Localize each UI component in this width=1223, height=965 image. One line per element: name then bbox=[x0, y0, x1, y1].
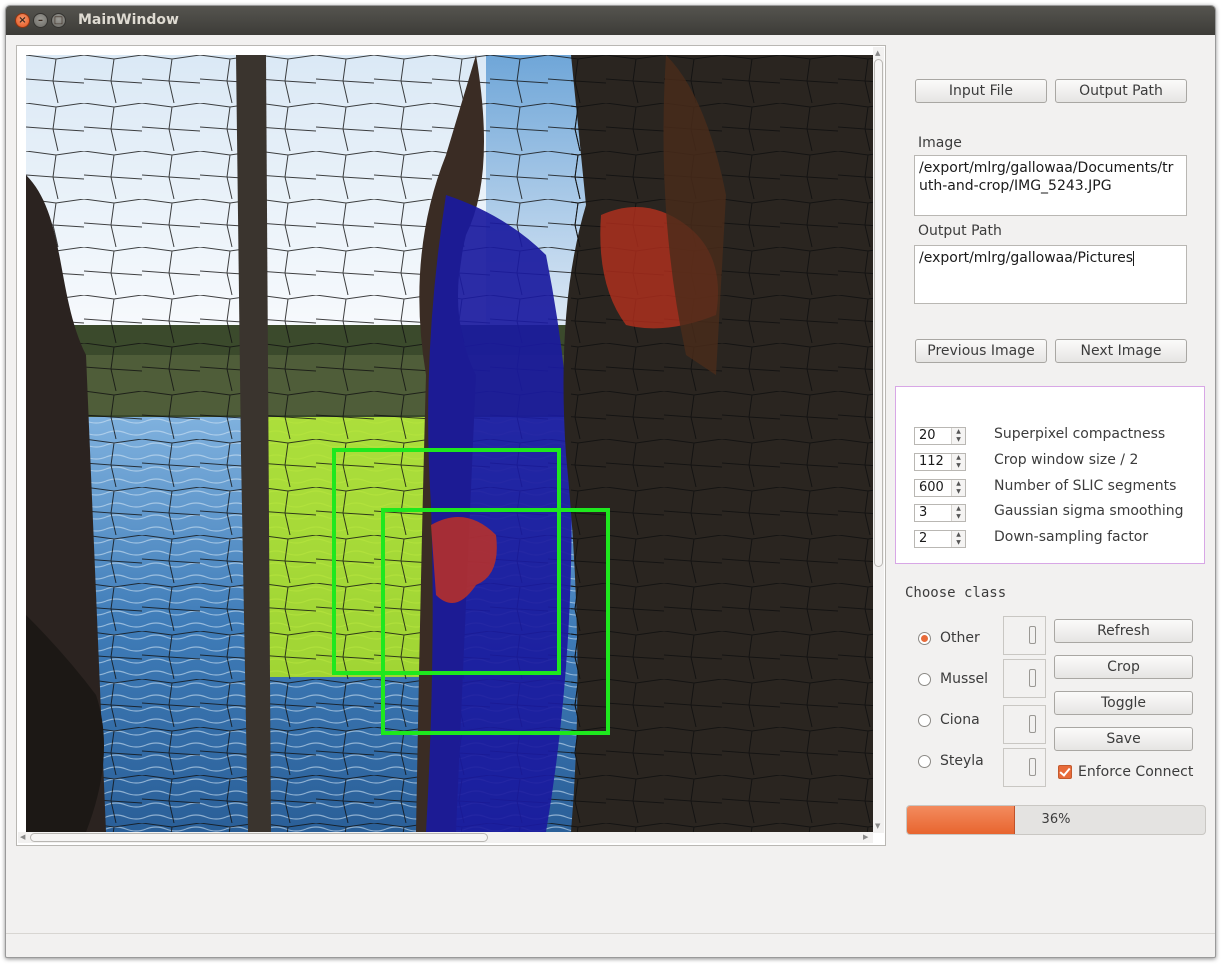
choose-class-heading: Choose class bbox=[905, 585, 1007, 601]
count-display-mussel bbox=[1003, 659, 1046, 698]
spin-arrows-icon[interactable]: ▲ ▼ bbox=[951, 428, 965, 444]
progress-text: 36% bbox=[1041, 812, 1071, 827]
vertical-scroll-thumb[interactable] bbox=[874, 59, 883, 567]
gaussian-sigma-spinbox[interactable]: 3 ▲ ▼ bbox=[914, 504, 966, 522]
lcd-digit bbox=[1029, 758, 1036, 776]
downsampling-label: Down-sampling factor bbox=[994, 529, 1149, 545]
image-path-field[interactable]: /export/mlrg/gallowaa/Documents/truth-an… bbox=[914, 155, 1187, 216]
minimize-window-button[interactable]: – bbox=[33, 13, 48, 28]
slic-segments-spinbox[interactable]: 600 ▲ ▼ bbox=[914, 479, 966, 497]
close-window-button[interactable]: × bbox=[15, 13, 30, 28]
radio-mussel[interactable] bbox=[918, 673, 931, 686]
scroll-right-icon[interactable]: ▶ bbox=[863, 832, 868, 842]
class-label-ciona: Ciona bbox=[940, 712, 980, 728]
close-icon: × bbox=[18, 15, 27, 26]
spin-arrows-icon[interactable]: ▲ ▼ bbox=[951, 505, 965, 521]
save-button[interactable]: Save bbox=[1054, 727, 1193, 751]
image-canvas[interactable] bbox=[26, 55, 873, 832]
radio-other[interactable] bbox=[918, 632, 931, 645]
minimize-icon: – bbox=[38, 15, 43, 26]
segmentation-image[interactable] bbox=[26, 55, 873, 832]
count-display-other bbox=[1003, 616, 1046, 655]
toggle-button[interactable]: Toggle bbox=[1054, 691, 1193, 715]
slic-segments-label: Number of SLIC segments bbox=[994, 478, 1177, 494]
scroll-down-icon[interactable]: ▼ bbox=[875, 821, 880, 831]
maximize-window-button[interactable]: □ bbox=[51, 13, 66, 28]
scroll-up-icon[interactable]: ▲ bbox=[875, 48, 880, 58]
class-label-steyla: Steyla bbox=[940, 753, 984, 769]
spin-arrows-icon[interactable]: ▲ ▼ bbox=[951, 454, 965, 470]
spin-arrows-icon[interactable]: ▲ ▼ bbox=[951, 531, 965, 547]
previous-image-button[interactable]: Previous Image bbox=[915, 339, 1047, 363]
text-cursor bbox=[1133, 250, 1134, 266]
crop-button[interactable]: Crop bbox=[1054, 655, 1193, 679]
spin-arrows-icon[interactable]: ▲ ▼ bbox=[951, 480, 965, 496]
image-label: Image bbox=[918, 135, 962, 151]
refresh-button[interactable]: Refresh bbox=[1054, 619, 1193, 643]
progress-bar: 36% bbox=[906, 805, 1206, 835]
lcd-digit bbox=[1029, 715, 1036, 733]
lcd-digit bbox=[1029, 626, 1036, 644]
output-path-button[interactable]: Output Path bbox=[1055, 79, 1187, 103]
title-bar: × – □ MainWindow bbox=[6, 6, 1215, 35]
radio-ciona[interactable] bbox=[918, 714, 931, 727]
window-title: MainWindow bbox=[78, 12, 179, 28]
crop-window-label: Crop window size / 2 bbox=[994, 452, 1139, 468]
vertical-scrollbar[interactable]: ▲ ▼ bbox=[873, 47, 884, 833]
output-path-label: Output Path bbox=[918, 223, 1002, 239]
input-file-button[interactable]: Input File bbox=[915, 79, 1047, 103]
compactness-label: Superpixel compactness bbox=[994, 426, 1166, 442]
enforce-connect-checkbox[interactable] bbox=[1058, 765, 1072, 779]
compactness-spinbox[interactable]: 20 ▲ ▼ bbox=[914, 427, 966, 445]
parameters-group: 20 ▲ ▼ Superpixel compactness 112 ▲ ▼ Crop w… bbox=[895, 386, 1205, 564]
lcd-digit bbox=[1029, 669, 1036, 687]
count-display-steyla bbox=[1003, 748, 1046, 787]
output-path-field[interactable]: /export/mlrg/gallowaa/Pictures bbox=[914, 245, 1187, 304]
output-path-value: /export/mlrg/gallowaa/Pictures bbox=[919, 250, 1133, 266]
blue-mask-region bbox=[426, 195, 572, 832]
horizontal-scrollbar[interactable]: ◀ ▶ bbox=[18, 832, 873, 843]
horizontal-scroll-thumb[interactable] bbox=[30, 833, 488, 842]
downsampling-spinbox[interactable]: 2 ▲ ▼ bbox=[914, 530, 966, 548]
enforce-connect-label: Enforce Connect bbox=[1078, 764, 1194, 780]
crop-window-spinbox[interactable]: 112 ▲ ▼ bbox=[914, 453, 966, 471]
status-bar bbox=[6, 933, 1215, 934]
scroll-left-icon[interactable]: ◀ bbox=[20, 832, 25, 842]
main-window: × – □ MainWindow ▲ ▼ ◀ ▶ Input File Outp… bbox=[5, 5, 1216, 958]
gaussian-sigma-label: Gaussian sigma smoothing bbox=[994, 503, 1184, 519]
next-image-button[interactable]: Next Image bbox=[1055, 339, 1187, 363]
image-scroll-area[interactable]: ▲ ▼ ◀ ▶ bbox=[16, 45, 886, 846]
class-label-other: Other bbox=[940, 630, 980, 646]
class-label-mussel: Mussel bbox=[940, 671, 989, 687]
maximize-icon: □ bbox=[53, 15, 64, 26]
radio-steyla[interactable] bbox=[918, 755, 931, 768]
count-display-ciona bbox=[1003, 705, 1046, 744]
